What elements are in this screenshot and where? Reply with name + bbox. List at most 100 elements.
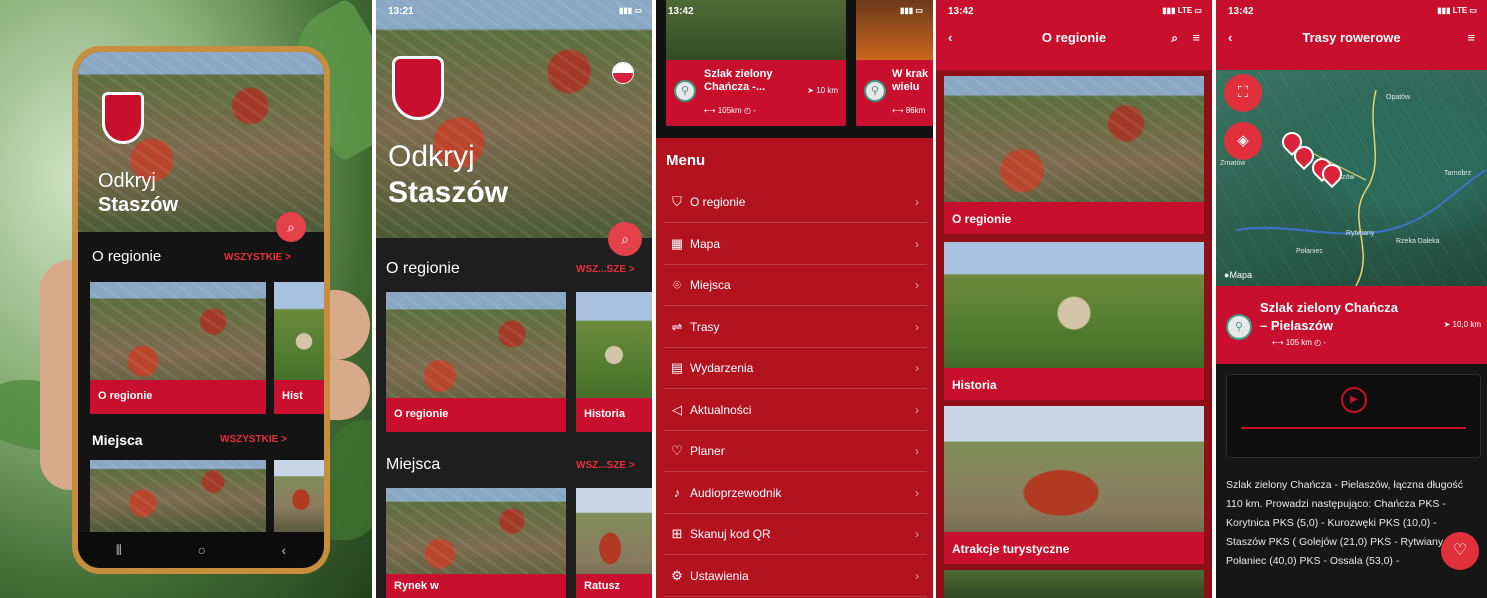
town-label: Opatów	[1386, 94, 1411, 101]
see-all-link[interactable]: WSZ...SZE >	[576, 460, 635, 471]
river-line	[1235, 169, 1487, 235]
card-history[interactable]: Historia	[576, 292, 652, 432]
back-arrow-icon[interactable]: ‹	[1228, 22, 1232, 54]
category-card[interactable]: O regionie	[944, 76, 1204, 234]
phone-device: Odkryj Staszów ⌕ O regionie WSZYSTKIE > …	[72, 46, 330, 574]
status-icons: ▮▮▮ LTE ▭	[1162, 6, 1202, 15]
route-card[interactable]: ⚲ Szlak zielony Chańcza -... ➤ 10 km ⟷ 1…	[666, 60, 846, 126]
favorite-button[interactable]: ♡	[1441, 532, 1479, 570]
card-place[interactable]	[274, 460, 324, 532]
hamburger-menu-icon[interactable]: ≡	[1467, 22, 1475, 54]
menu-item[interactable]: ♡ Planer ›	[664, 431, 927, 472]
promo-photo-panel: Odkryj Staszów ⌕ O regionie WSZYSTKIE > …	[0, 0, 372, 598]
menu-item[interactable]: ▦ Mapa ›	[664, 224, 927, 265]
home-icon[interactable]: ○	[198, 542, 206, 558]
play-icon[interactable]: ▶	[1341, 387, 1367, 413]
category-card[interactable]	[944, 570, 1204, 598]
menu-item-label: Wydarzenia	[690, 361, 754, 375]
route-length: ⟷ 86km	[892, 106, 926, 115]
card-history[interactable]: Hist	[274, 282, 324, 414]
status-bar: 13:21 ▮▮▮ ▭	[376, 0, 652, 22]
card-label: Hist	[274, 380, 324, 414]
location-pin-icon: ⌾	[673, 277, 681, 292]
home-screen-panel: 13:21 ▮▮▮ ▭ Odkryj Staszów ⌕ O regionie …	[376, 0, 652, 598]
menu-item[interactable]: ⌾ Miejsca ›	[664, 265, 927, 306]
status-bar: 13:42 ▮▮▮ ▭	[656, 0, 933, 22]
menu-item[interactable]: ⊞ Skanuj kod QR ›	[664, 514, 927, 555]
card-label: Ratusz	[576, 574, 652, 598]
top-nav: ‹ O regionie ⌕ ≡	[936, 22, 1212, 54]
search-button[interactable]: ⌕	[276, 212, 306, 242]
chevron-right-icon: ›	[915, 236, 919, 251]
expand-icon: ⛶	[1237, 84, 1249, 101]
hamburger-menu-icon[interactable]: ≡	[1192, 22, 1200, 54]
search-icon: ⌕	[621, 231, 629, 247]
status-bar: 13:42 ▮▮▮ LTE ▭	[1216, 0, 1487, 22]
route-length: ⟷ 105 km ◴ -	[1272, 338, 1327, 347]
route-length: ⟷ 105km ◴ -	[704, 106, 756, 115]
status-time: 13:21	[388, 6, 414, 17]
section-title-places: Miejsca	[386, 456, 441, 473]
compass-icon: ◈	[1237, 132, 1249, 149]
fullscreen-button[interactable]: ⛶	[1224, 74, 1262, 112]
chevron-right-icon: ›	[915, 527, 919, 541]
town-label: Rytwiany	[1346, 230, 1375, 237]
menu-screen-panel: 13:42 ▮▮▮ ▭ ⚲ Szlak zielony Chańcza -...…	[656, 0, 933, 598]
category-card[interactable]: Historia	[944, 242, 1204, 400]
calendar-icon: ▤	[670, 360, 684, 375]
card-region[interactable]: O regionie	[90, 282, 266, 414]
see-all-link[interactable]: WSZYSTKIE >	[224, 252, 291, 263]
menu-item[interactable]: ▤ Wydarzenia ›	[664, 348, 927, 389]
top-nav: ‹ Trasy rowerowe ≡	[1216, 22, 1487, 54]
route-title: W krak wielu	[892, 68, 929, 93]
page-title: O regionie	[1041, 30, 1107, 45]
route-title-cont: – Pielaszów	[1260, 318, 1333, 333]
route-card[interactable]: ⚲ W krak wielu ⟷ 86km	[856, 60, 933, 126]
hero-title-line2: Staszów	[98, 194, 179, 216]
coat-of-arms-logo	[102, 92, 144, 144]
menu-item-label: Skanuj kod QR	[690, 527, 771, 541]
locate-button[interactable]: ◈	[1224, 122, 1262, 160]
settings-gear-icon: ⚙	[671, 567, 683, 583]
menu-item-label: Miejsca	[690, 278, 731, 292]
status-time: 13:42	[1228, 6, 1254, 17]
category-card[interactable]: Atrakcje turystyczne	[944, 406, 1204, 564]
status-icons: ▮▮▮ ▭	[619, 6, 642, 15]
town-label: Rzeka Daleka	[1396, 238, 1440, 245]
coat-of-arms-logo	[392, 56, 444, 120]
megaphone-icon: ◁	[672, 401, 682, 417]
route-info-card[interactable]: ⚲ Szlak zielony Chańcza – Pielaszów ⟷ 10…	[1216, 286, 1487, 364]
map-attribution: ●Mapa	[1224, 270, 1252, 280]
route-line	[1355, 89, 1377, 286]
back-icon[interactable]: ‹	[282, 542, 287, 558]
menu-item[interactable]: ⚙ Ustawienia ›	[664, 556, 927, 597]
menu-item[interactable]: ♪ Audioprzewodnik ›	[664, 473, 927, 514]
card-place[interactable]: Ratusz	[576, 488, 652, 598]
music-note-icon: ♪	[673, 485, 681, 500]
search-icon[interactable]: ⌕	[1171, 22, 1178, 54]
card-region[interactable]: O regionie	[386, 292, 566, 432]
search-button[interactable]: ⌕	[608, 222, 642, 256]
menu-item[interactable]: ⇌ Trasy ›	[664, 307, 927, 348]
menu-item-label: Trasy	[690, 319, 720, 334]
see-all-link[interactable]: WSZ...SZE >	[576, 264, 635, 275]
status-time: 13:42	[948, 6, 974, 17]
menu-item[interactable]: ⛉ O regionie ›	[664, 182, 927, 223]
card-place[interactable]	[90, 460, 266, 532]
see-all-link[interactable]: WSZYSTKIE >	[220, 434, 287, 445]
back-arrow-icon[interactable]: ‹	[948, 22, 952, 54]
menu-item[interactable]: ◁ Aktualności ›	[664, 390, 927, 431]
language-flag-icon[interactable]	[612, 62, 634, 84]
card-label: Historia	[944, 368, 1204, 400]
menu-item-label: Planer	[690, 444, 725, 458]
menu-item-label: Mapa	[690, 236, 721, 251]
recent-apps-icon[interactable]: ⦀	[116, 542, 122, 559]
shield-icon: ⛉	[672, 194, 682, 209]
hero-title-line2: Staszów	[388, 176, 509, 209]
card-place[interactable]: Rynek w	[386, 488, 566, 598]
menu-item-label: Aktualności	[690, 402, 752, 417]
audio-progress-bar[interactable]	[1241, 427, 1466, 429]
route-title: Szlak zielony Chańcza -...	[704, 68, 773, 93]
search-icon: ⌕	[287, 219, 295, 235]
menu-item-label: Audioprzewodnik	[690, 485, 782, 500]
